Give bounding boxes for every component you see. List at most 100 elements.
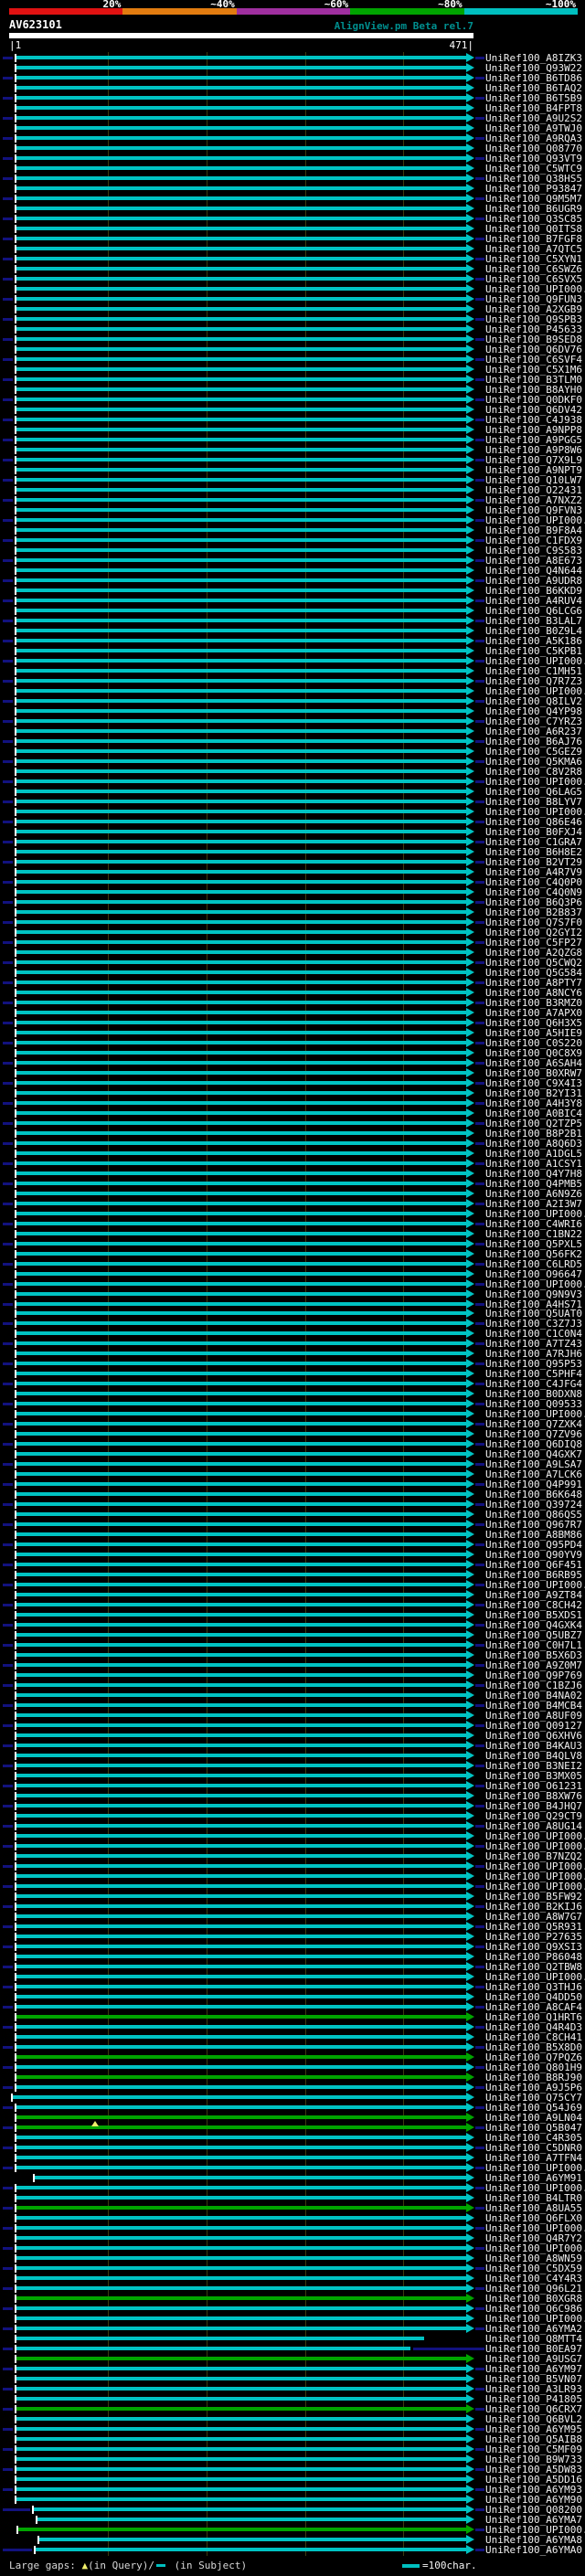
hit-label[interactable]: UniRef100_A6YMA0: [485, 2545, 582, 2555]
alignment-bar[interactable]: [16, 287, 466, 291]
alignment-bar[interactable]: [16, 377, 466, 381]
alignment-bar[interactable]: [16, 217, 466, 220]
alignment-bar[interactable]: [16, 2347, 410, 2350]
alignment-bar[interactable]: [16, 2447, 466, 2451]
alignment-bar[interactable]: [16, 297, 466, 301]
alignment-bar[interactable]: [16, 247, 466, 250]
alignment-bar[interactable]: [16, 468, 466, 472]
alignment-bar[interactable]: [16, 2327, 466, 2330]
alignment-bar[interactable]: [16, 2156, 466, 2159]
alignment-bar[interactable]: [16, 1573, 466, 1576]
alignment-bar[interactable]: [16, 1242, 466, 1246]
alignment-bar[interactable]: [16, 538, 466, 542]
alignment-bar[interactable]: [16, 1894, 466, 1898]
alignment-bar[interactable]: [16, 166, 466, 170]
alignment-bar[interactable]: [16, 1553, 466, 1556]
alignment-bar[interactable]: [16, 1001, 466, 1004]
alignment-bar[interactable]: [16, 1904, 466, 1908]
alignment-bar[interactable]: [16, 317, 466, 321]
alignment-bar[interactable]: [16, 1202, 466, 1205]
alignment-bar[interactable]: [16, 1683, 466, 1687]
alignment-bar[interactable]: [16, 307, 466, 311]
alignment-bar[interactable]: [16, 2186, 466, 2189]
alignment-bar[interactable]: [16, 398, 466, 401]
alignment-bar[interactable]: [16, 1402, 466, 1405]
alignment-bar[interactable]: [16, 810, 466, 813]
alignment-bar[interactable]: [16, 981, 466, 984]
alignment-bar[interactable]: [16, 1131, 466, 1135]
alignment-bar[interactable]: [16, 126, 466, 130]
alignment-bar[interactable]: [16, 387, 466, 391]
alignment-bar[interactable]: [16, 558, 466, 562]
alignment-bar[interactable]: [16, 950, 466, 954]
alignment-bar[interactable]: [16, 1975, 466, 1978]
alignment-bar[interactable]: [16, 1111, 466, 1115]
alignment-bar[interactable]: [16, 1212, 466, 1215]
alignment-bar[interactable]: [16, 2226, 466, 2230]
alignment-bar[interactable]: [16, 1252, 466, 1256]
alignment-bar[interactable]: [16, 2306, 466, 2310]
alignment-bar[interactable]: [16, 1262, 466, 1266]
alignment-bar[interactable]: [16, 1311, 466, 1315]
alignment-bar[interactable]: [16, 1854, 466, 1858]
alignment-bar[interactable]: [16, 1362, 466, 1365]
alignment-bar[interactable]: [16, 1182, 466, 1185]
alignment-bar[interactable]: [16, 629, 466, 632]
alignment-bar[interactable]: [16, 1703, 466, 1707]
alignment-bar[interactable]: [16, 639, 466, 642]
alignment-bar[interactable]: [16, 1222, 466, 1225]
alignment-bar[interactable]: [16, 1472, 466, 1476]
alignment-bar[interactable]: [16, 2236, 466, 2240]
alignment-bar[interactable]: [16, 1091, 466, 1095]
alignment-bar[interactable]: [16, 1774, 466, 1777]
alignment-bar[interactable]: [16, 1071, 466, 1075]
alignment-bar[interactable]: [34, 2507, 466, 2511]
alignment-bar[interactable]: [16, 689, 466, 693]
alignment-bar[interactable]: [16, 1884, 466, 1888]
alignment-bar[interactable]: [16, 2055, 466, 2059]
alignment-bar[interactable]: [16, 186, 466, 190]
alignment-bar[interactable]: [16, 1784, 466, 1787]
alignment-bar[interactable]: [16, 769, 466, 773]
alignment-bar[interactable]: [16, 779, 466, 783]
alignment-bar[interactable]: [16, 1985, 466, 1988]
alignment-bar[interactable]: [16, 1272, 466, 1276]
alignment-bar[interactable]: [16, 2497, 466, 2501]
alignment-bar[interactable]: [16, 488, 466, 492]
alignment-bar[interactable]: [16, 1522, 466, 1526]
alignment-bar[interactable]: [16, 1161, 466, 1165]
alignment-bar[interactable]: [16, 960, 466, 964]
alignment-bar[interactable]: [16, 1794, 466, 1797]
alignment-bar[interactable]: [16, 2065, 466, 2069]
alignment-bar[interactable]: [16, 2397, 466, 2401]
alignment-bar[interactable]: [16, 1744, 466, 1747]
alignment-bar[interactable]: [16, 347, 466, 351]
alignment-bar[interactable]: [16, 1502, 466, 1506]
alignment-bar[interactable]: [16, 1021, 466, 1024]
alignment-bar[interactable]: [16, 1492, 466, 1496]
alignment-bar[interactable]: [16, 2005, 466, 2009]
alignment-bar[interactable]: [16, 588, 466, 592]
alignment-bar[interactable]: [16, 1914, 466, 1918]
alignment-bar[interactable]: [16, 2367, 466, 2370]
alignment-bar[interactable]: [16, 2417, 466, 2421]
alignment-bar[interactable]: [16, 448, 466, 451]
alignment-bar[interactable]: [16, 156, 466, 160]
alignment-bar[interactable]: [16, 2407, 466, 2411]
alignment-bar[interactable]: [16, 2477, 466, 2481]
alignment-bar[interactable]: [16, 1462, 466, 1466]
alignment-bar[interactable]: [16, 1341, 466, 1345]
alignment-bar[interactable]: [16, 609, 466, 612]
alignment-bar[interactable]: [16, 2045, 466, 2049]
alignment-bar[interactable]: [16, 619, 466, 622]
alignment-bar[interactable]: [16, 1633, 466, 1637]
alignment-bar[interactable]: [16, 1723, 466, 1727]
alignment-bar[interactable]: [16, 1804, 466, 1807]
alignment-bar[interactable]: [16, 1372, 466, 1375]
alignment-bar[interactable]: [16, 2115, 466, 2119]
alignment-bar[interactable]: [16, 1874, 466, 1878]
alignment-bar[interactable]: [16, 1603, 466, 1606]
alignment-bar[interactable]: [16, 759, 466, 763]
alignment-bar[interactable]: [16, 548, 466, 552]
alignment-bar[interactable]: [16, 1452, 466, 1456]
